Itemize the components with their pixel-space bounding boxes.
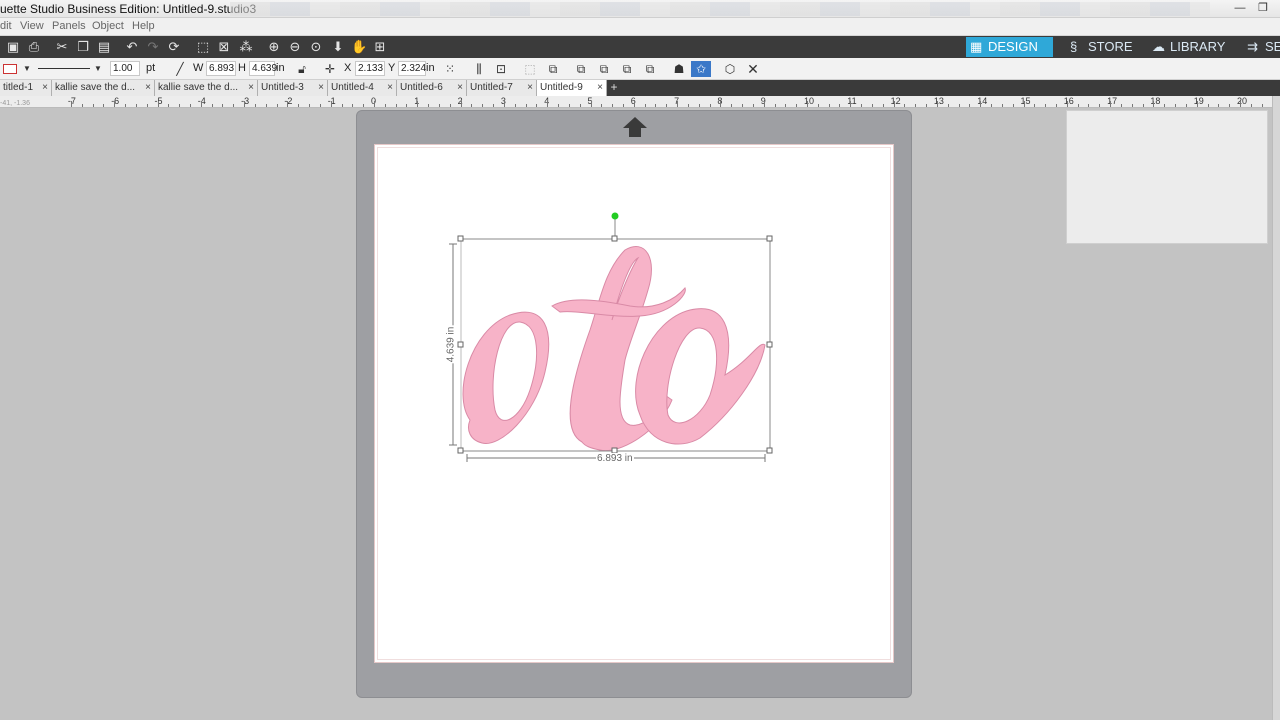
width-dimension-label: 6.893 in xyxy=(596,453,634,464)
side-panel xyxy=(1066,110,1268,244)
height-dimension-label: 4.639 in xyxy=(445,325,457,364)
canvas-overlay xyxy=(449,212,773,462)
oto-script-design[interactable] xyxy=(462,246,766,452)
rotate-handle[interactable] xyxy=(611,212,619,220)
